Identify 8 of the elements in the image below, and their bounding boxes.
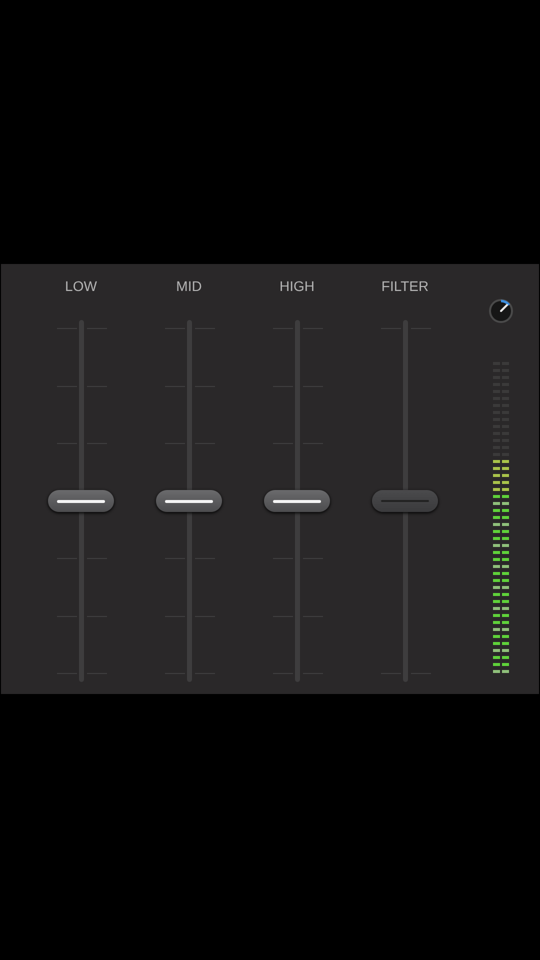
fader-label: MID (176, 278, 202, 294)
slider-thumb[interactable] (264, 490, 330, 512)
fader-label: HIGH (280, 278, 314, 294)
fader-label: LOW (65, 278, 97, 294)
knob[interactable] (488, 298, 514, 324)
slider-thumb[interactable] (48, 490, 114, 512)
fader-label: FILTER (381, 278, 429, 294)
slider-thumb[interactable] (156, 490, 222, 512)
